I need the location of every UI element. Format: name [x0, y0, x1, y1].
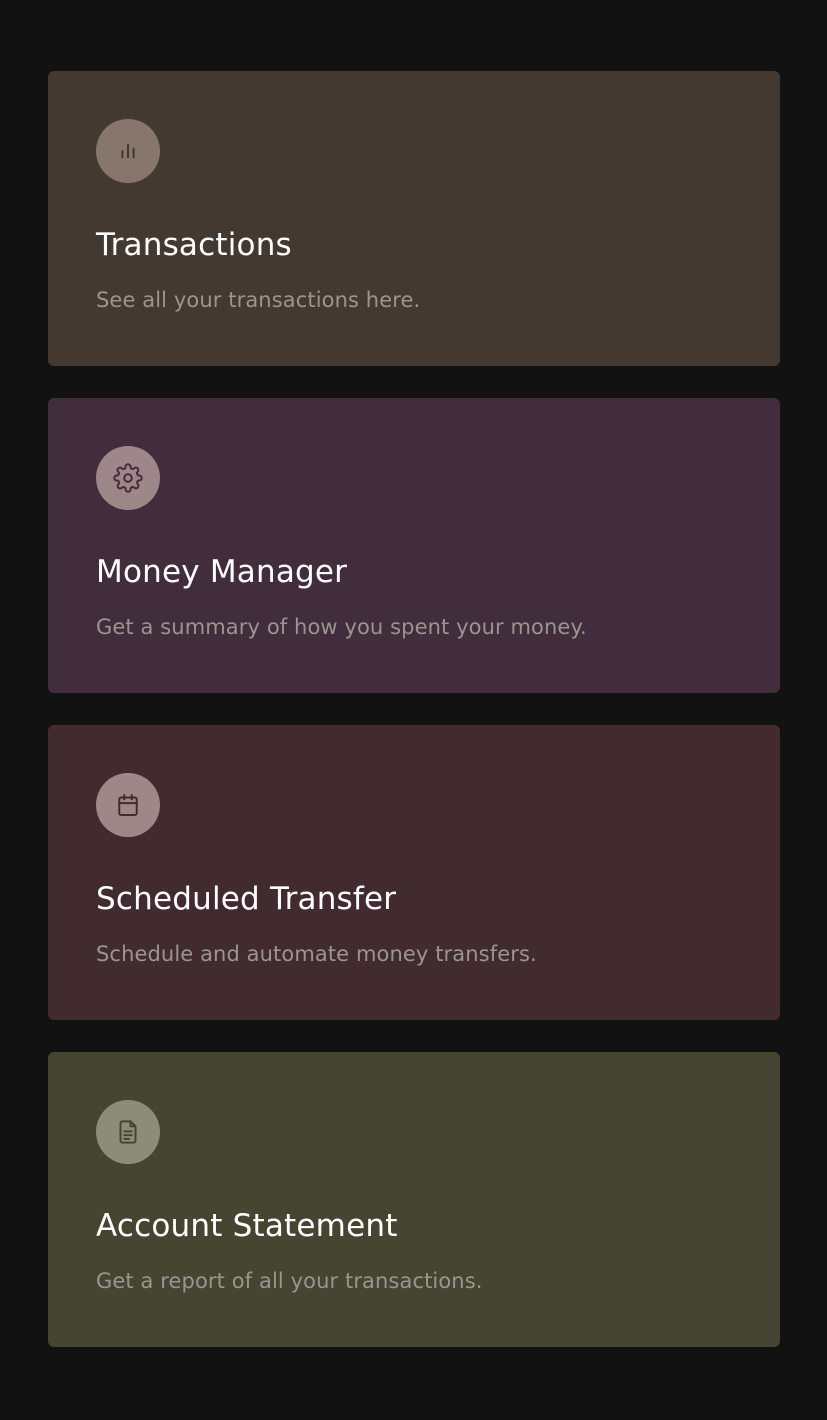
- calendar-icon: [96, 773, 160, 837]
- gear-icon-glyph: [113, 463, 143, 493]
- calendar-icon-glyph: [118, 794, 138, 816]
- card-title: Scheduled Transfer: [96, 881, 397, 917]
- card-title: Account Statement: [96, 1208, 398, 1244]
- account-statement-card[interactable]: Account Statement Get a report of all yo…: [48, 1052, 780, 1347]
- scheduled-transfer-card[interactable]: Scheduled Transfer Schedule and automate…: [48, 725, 780, 1020]
- feature-card-list: Transactions See all your transactions h…: [48, 71, 780, 1379]
- money-manager-card[interactable]: Money Manager Get a summary of how you s…: [48, 398, 780, 693]
- document-icon-glyph: [119, 1120, 137, 1144]
- card-description: See all your transactions here.: [96, 288, 421, 312]
- card-title: Money Manager: [96, 554, 348, 590]
- card-description: Get a report of all your transactions.: [96, 1269, 483, 1293]
- document-icon: [96, 1100, 160, 1164]
- bar-chart-icon: [96, 119, 160, 183]
- transactions-card[interactable]: Transactions See all your transactions h…: [48, 71, 780, 366]
- gear-icon: [96, 446, 160, 510]
- card-description: Get a summary of how you spent your mone…: [96, 615, 587, 639]
- bar-chart-icon-glyph: [121, 143, 135, 159]
- card-title: Transactions: [96, 227, 292, 263]
- card-description: Schedule and automate money transfers.: [96, 942, 537, 966]
